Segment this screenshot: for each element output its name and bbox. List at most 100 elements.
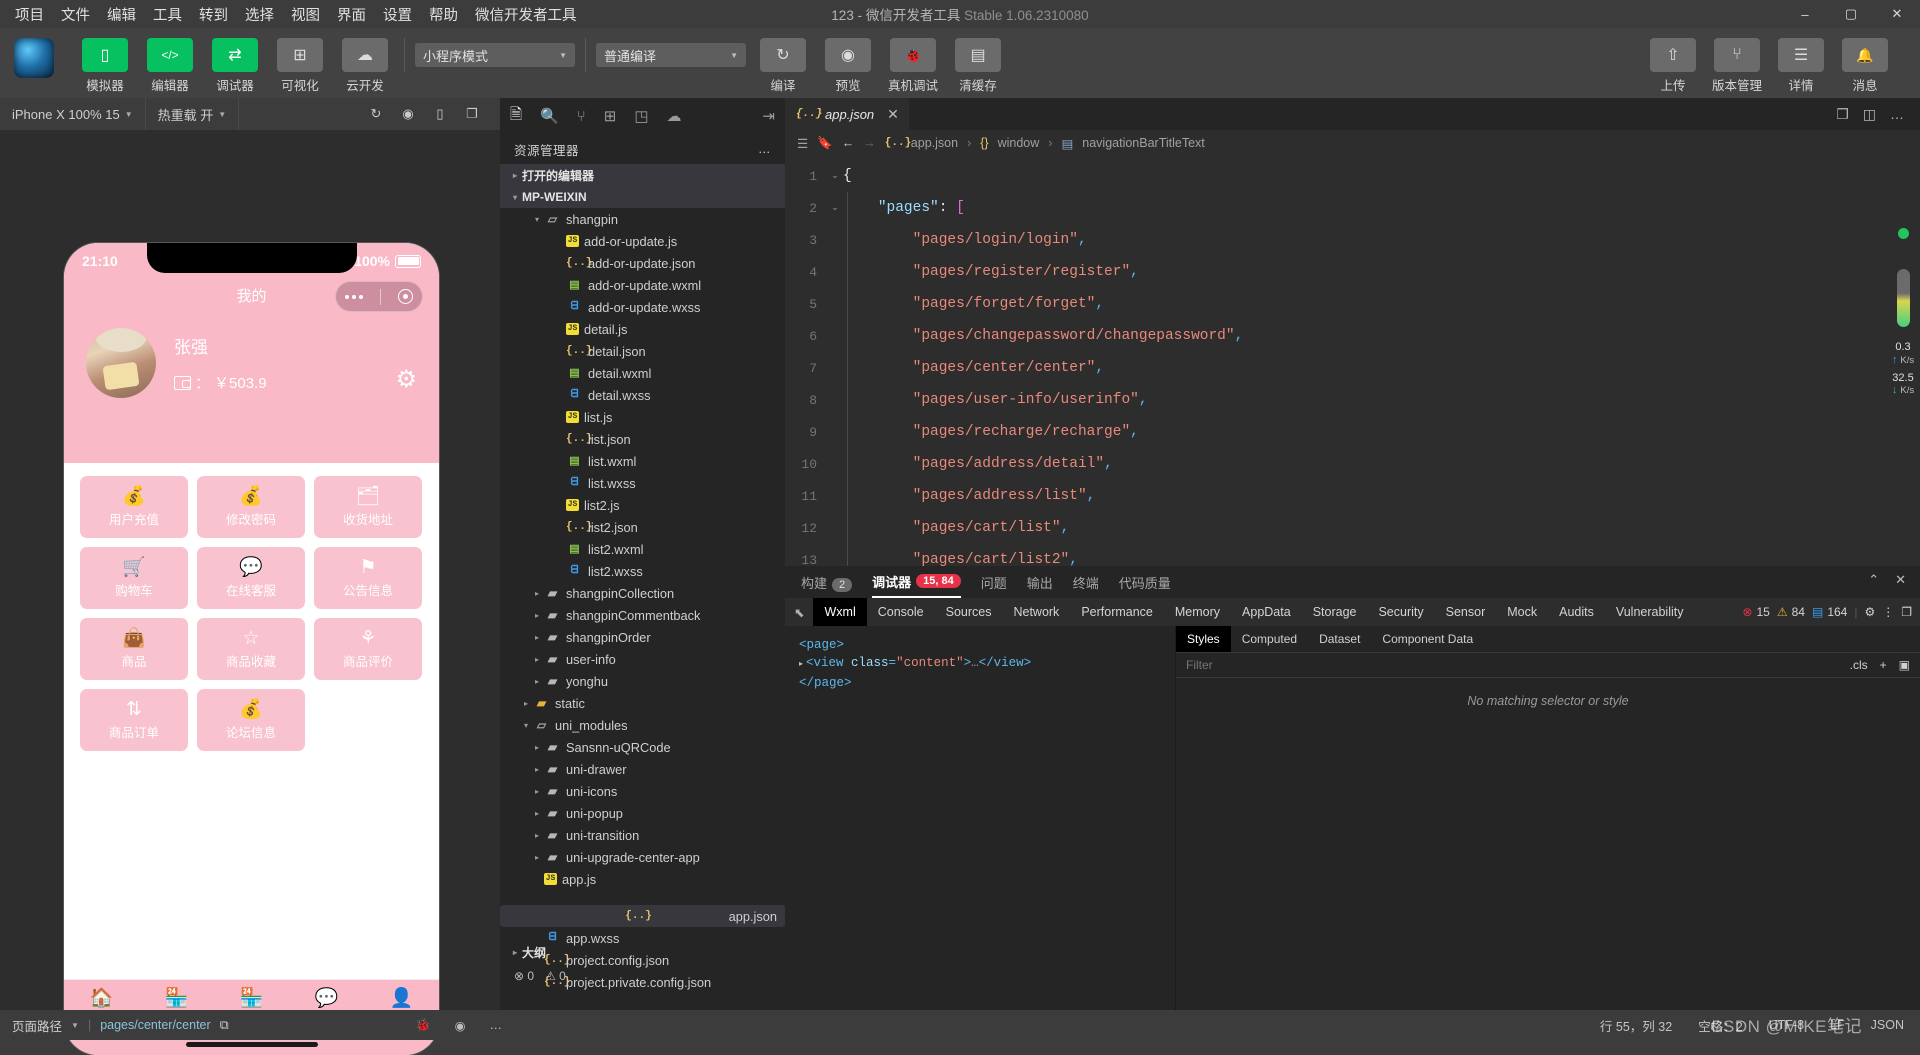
- tree-file[interactable]: ▸JSlist.js: [500, 406, 785, 428]
- grid-cell-review[interactable]: ⚘ 商品评价: [314, 618, 422, 680]
- tree-folder[interactable]: ▾▱uni_modules: [500, 714, 785, 736]
- tree-file[interactable]: ▸▤list.wxml: [500, 450, 785, 472]
- tree-file[interactable]: ▸{..}list.json: [500, 428, 785, 450]
- toolbar-button-cloud[interactable]: ☁ 云开发: [336, 28, 394, 94]
- outline-toggle-icon[interactable]: ☰: [797, 136, 808, 151]
- tree-file[interactable]: ▸JSapp.js: [500, 868, 785, 890]
- tree-file[interactable]: ▸ᗺadd-or-update.wxss: [500, 296, 785, 318]
- grid-cell-collection[interactable]: ☆ 商品收藏: [197, 618, 305, 680]
- breadcrumb-window[interactable]: window: [998, 136, 1040, 150]
- grid-cell-announcement[interactable]: ⚑ 公告信息: [314, 547, 422, 609]
- gear-icon[interactable]: ⚙: [1864, 605, 1875, 619]
- code-line[interactable]: 12 "pages/cart/list",: [785, 512, 1920, 544]
- encoding-setting[interactable]: UTF-8: [1769, 1018, 1804, 1032]
- avatar[interactable]: [86, 328, 156, 398]
- tree-folder[interactable]: ▸▰static: [500, 692, 785, 714]
- inspect-icon[interactable]: ⬉: [785, 598, 813, 626]
- eye-icon[interactable]: ◉: [455, 1018, 466, 1033]
- bug-icon[interactable]: 🐞: [415, 1018, 431, 1033]
- toolbar-button-messages[interactable]: 🔔 消息: [1836, 28, 1894, 94]
- code-line[interactable]: 2⌄ "pages": [: [785, 192, 1920, 224]
- cloud-icon[interactable]: ☁: [667, 107, 682, 125]
- dom-node-page-open[interactable]: <page>: [799, 636, 1175, 654]
- open-editors-section[interactable]: ▸ 打开的编辑器: [500, 164, 785, 186]
- chevron-down-icon[interactable]: ▼: [71, 1021, 79, 1030]
- close-target-icon[interactable]: [398, 289, 413, 304]
- toolbar-button-details[interactable]: ☰ 详情: [1772, 28, 1830, 94]
- tree-folder[interactable]: ▸▰uni-transition: [500, 824, 785, 846]
- tree-file[interactable]: ▸{..}add-or-update.json: [500, 252, 785, 274]
- toolbar-button-visualize[interactable]: ⊞ 可视化: [271, 28, 329, 94]
- cls-toggle[interactable]: .cls: [1850, 658, 1868, 672]
- toolbar-button-editor[interactable]: </> 编辑器: [141, 28, 199, 94]
- code-line[interactable]: 10 "pages/address/detail",: [785, 448, 1920, 480]
- outline-section[interactable]: ▸ 大纲: [500, 940, 785, 964]
- tree-file[interactable]: ▸{..}detail.json: [500, 340, 785, 362]
- search-icon[interactable]: 🔍: [540, 107, 559, 125]
- menu-item-edit[interactable]: 编辑: [100, 1, 143, 28]
- mode-select[interactable]: 小程序模式 ▼: [415, 43, 575, 67]
- menu-item-project[interactable]: 项目: [8, 1, 51, 28]
- more-icon[interactable]: …: [490, 1018, 503, 1033]
- box-icon[interactable]: ▣: [1899, 658, 1910, 672]
- more-icon[interactable]: ⋮: [1882, 605, 1894, 619]
- tree-file[interactable]: ▸JSdetail.js: [500, 318, 785, 340]
- split-editor-icon[interactable]: ❐: [1836, 106, 1849, 123]
- grid-cell-forum[interactable]: 💰 论坛信息: [197, 689, 305, 751]
- panel-tab-terminal[interactable]: 终端: [1073, 573, 1099, 592]
- layout-icon[interactable]: ◫: [1863, 106, 1876, 123]
- page-path-value[interactable]: pages/center/center: [100, 1018, 211, 1032]
- hot-reload-select[interactable]: 热重载 开 ▼: [146, 98, 240, 130]
- code-line[interactable]: 4 "pages/register/register",: [785, 256, 1920, 288]
- toolbar-button-realdevice[interactable]: 🐞 真机调试: [884, 28, 942, 94]
- tree-file[interactable]: ▸▤add-or-update.wxml: [500, 274, 785, 296]
- close-panel-button[interactable]: ✕: [1895, 572, 1906, 588]
- toolbar-button-simulator[interactable]: ▯ 模拟器: [76, 28, 134, 94]
- menu-item-select[interactable]: 选择: [238, 1, 281, 28]
- nav-back-button[interactable]: ←: [842, 136, 855, 150]
- language-mode[interactable]: JSON: [1871, 1018, 1904, 1032]
- dock-icon[interactable]: ❐: [1901, 605, 1912, 619]
- warning-count-badge[interactable]: ⚠84: [1777, 605, 1805, 619]
- toolbar-button-preview[interactable]: ◉ 预览: [819, 28, 877, 94]
- tree-folder[interactable]: ▸▰uni-drawer: [500, 758, 785, 780]
- extensions-icon[interactable]: ⊞: [604, 107, 617, 125]
- layout-icon[interactable]: ◳: [634, 107, 648, 125]
- record-icon[interactable]: ◉: [394, 100, 422, 128]
- devtools-tab-storage[interactable]: Storage: [1302, 598, 1368, 626]
- dom-node-view[interactable]: ▸<view class="content">…</view>: [799, 654, 1175, 674]
- tree-file[interactable]: ▸JSadd-or-update.js: [500, 230, 785, 252]
- panel-tab-debugger[interactable]: 调试器15, 84: [872, 566, 961, 598]
- editor-tab-app-json[interactable]: {..} app.json ✕: [785, 98, 910, 130]
- tree-folder[interactable]: ▸▰yonghu: [500, 670, 785, 692]
- menu-item-settings[interactable]: 设置: [376, 1, 419, 28]
- code-line[interactable]: 9 "pages/recharge/recharge",: [785, 416, 1920, 448]
- add-rule-button[interactable]: +: [1880, 658, 1887, 672]
- tree-folder[interactable]: ▸▰uni-popup: [500, 802, 785, 824]
- phone-simulator[interactable]: 21:10 100% 我的 张强: [64, 243, 439, 1055]
- refresh-icon[interactable]: ↻: [362, 100, 390, 128]
- styles-tab-component-data[interactable]: Component Data: [1371, 626, 1484, 652]
- code-line[interactable]: 3 "pages/login/login",: [785, 224, 1920, 256]
- menu-item-interface[interactable]: 界面: [330, 1, 373, 28]
- styles-tab-computed[interactable]: Computed: [1231, 626, 1308, 652]
- breadcrumb-prop[interactable]: navigationBarTitleText: [1082, 136, 1205, 150]
- wxml-dom-tree[interactable]: <page> ▸<view class="content">…</view> <…: [785, 626, 1175, 1010]
- devtools-tab-sources[interactable]: Sources: [935, 598, 1003, 626]
- minimize-button[interactable]: –: [1782, 0, 1828, 28]
- devtools-tab-memory[interactable]: Memory: [1164, 598, 1231, 626]
- menu-item-file[interactable]: 文件: [54, 1, 97, 28]
- tree-file[interactable]: ▸{..}app.json: [500, 905, 785, 927]
- grid-cell-changepassword[interactable]: 💰 修改密码: [197, 476, 305, 538]
- close-button[interactable]: ✕: [1874, 0, 1920, 28]
- tree-folder[interactable]: ▸▰uni-upgrade-center-app: [500, 846, 785, 868]
- devtools-tab-sensor[interactable]: Sensor: [1435, 598, 1497, 626]
- tree-file[interactable]: ▸JSlist2.js: [500, 494, 785, 516]
- devtools-tab-audits[interactable]: Audits: [1548, 598, 1605, 626]
- bookmark-icon[interactable]: 🔖: [817, 136, 833, 151]
- tree-file[interactable]: ▸{..}list2.json: [500, 516, 785, 538]
- device-select[interactable]: iPhone X 100% 15 ▼: [0, 98, 146, 130]
- grid-cell-cart[interactable]: 🛒 购物车: [80, 547, 188, 609]
- menu-item-help[interactable]: 帮助: [422, 1, 465, 28]
- grid-cell-support[interactable]: 💬 在线客服: [197, 547, 305, 609]
